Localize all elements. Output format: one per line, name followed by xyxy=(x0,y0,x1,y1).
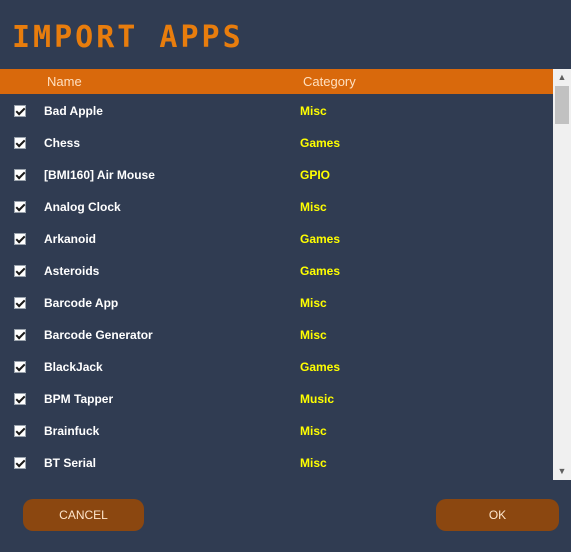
app-category: GPIO xyxy=(300,168,331,182)
app-name: Barcode App xyxy=(44,296,119,310)
list-item[interactable]: Brainfuck Misc xyxy=(0,415,553,447)
checkbox-checked-icon[interactable] xyxy=(14,457,26,469)
app-category: Games xyxy=(300,264,341,278)
app-list: Bad Apple Misc Chess Games [BMI160] Air … xyxy=(0,95,553,479)
checkbox-checked-icon[interactable] xyxy=(14,201,26,213)
app-category: Misc xyxy=(300,200,327,214)
list-item[interactable]: Bad Apple Misc xyxy=(0,95,553,127)
checkbox-checked-icon[interactable] xyxy=(14,169,26,181)
app-category: Music xyxy=(300,392,335,406)
app-category: Games xyxy=(300,136,341,150)
list-item[interactable]: Chess Games xyxy=(0,127,553,159)
column-header-category[interactable]: Category xyxy=(303,74,356,89)
checkbox-checked-icon[interactable] xyxy=(14,105,26,117)
list-item[interactable]: BPM Tapper Music xyxy=(0,383,553,415)
list-item[interactable]: Arkanoid Games xyxy=(0,223,553,255)
app-name: Asteroids xyxy=(44,264,100,278)
app-name: Arkanoid xyxy=(44,232,97,246)
list-item[interactable]: [BMI160] Air Mouse GPIO xyxy=(0,159,553,191)
app-name: Analog Clock xyxy=(44,200,121,214)
checkbox-checked-icon[interactable] xyxy=(14,297,26,309)
list-item[interactable]: Barcode Generator Misc xyxy=(0,319,553,351)
app-category: Misc xyxy=(300,424,327,438)
app-category: Games xyxy=(300,360,341,374)
app-name: Brainfuck xyxy=(44,424,100,438)
app-category: Misc xyxy=(300,456,327,470)
app-category: Games xyxy=(300,232,341,246)
cancel-button[interactable]: CANCEL xyxy=(23,499,144,531)
app-name: [BMI160] Air Mouse xyxy=(44,168,155,182)
scrollbar[interactable]: ▲ ▼ xyxy=(553,69,571,480)
checkbox-checked-icon[interactable] xyxy=(14,233,26,245)
scrollbar-thumb[interactable] xyxy=(555,86,569,124)
page-title: IMPORT APPS xyxy=(12,20,244,55)
checkbox-checked-icon[interactable] xyxy=(14,265,26,277)
app-category: Misc xyxy=(300,296,327,310)
app-name: Bad Apple xyxy=(44,104,103,118)
app-name: Chess xyxy=(44,136,81,150)
chevron-down-icon[interactable]: ▼ xyxy=(553,463,571,480)
app-name: BPM Tapper xyxy=(44,392,114,406)
list-item[interactable]: BlackJack Games xyxy=(0,351,553,383)
list-item[interactable]: Asteroids Games xyxy=(0,255,553,287)
checkbox-checked-icon[interactable] xyxy=(14,393,26,405)
list-item[interactable]: Barcode App Misc xyxy=(0,287,553,319)
ok-button[interactable]: OK xyxy=(436,499,559,531)
app-category: Misc xyxy=(300,104,327,118)
checkbox-checked-icon[interactable] xyxy=(14,137,26,149)
checkbox-checked-icon[interactable] xyxy=(14,329,26,341)
chevron-up-icon[interactable]: ▲ xyxy=(553,69,571,86)
list-item[interactable]: BT Serial Misc xyxy=(0,447,553,479)
app-category: Misc xyxy=(300,328,327,342)
app-name: Barcode Generator xyxy=(44,328,153,342)
app-name: BT Serial xyxy=(44,456,97,470)
checkbox-checked-icon[interactable] xyxy=(14,361,26,373)
table-header: Name Category xyxy=(0,69,553,94)
list-item[interactable]: Analog Clock Misc xyxy=(0,191,553,223)
checkbox-checked-icon[interactable] xyxy=(14,425,26,437)
app-name: BlackJack xyxy=(44,360,103,374)
column-header-name[interactable]: Name xyxy=(47,74,82,89)
